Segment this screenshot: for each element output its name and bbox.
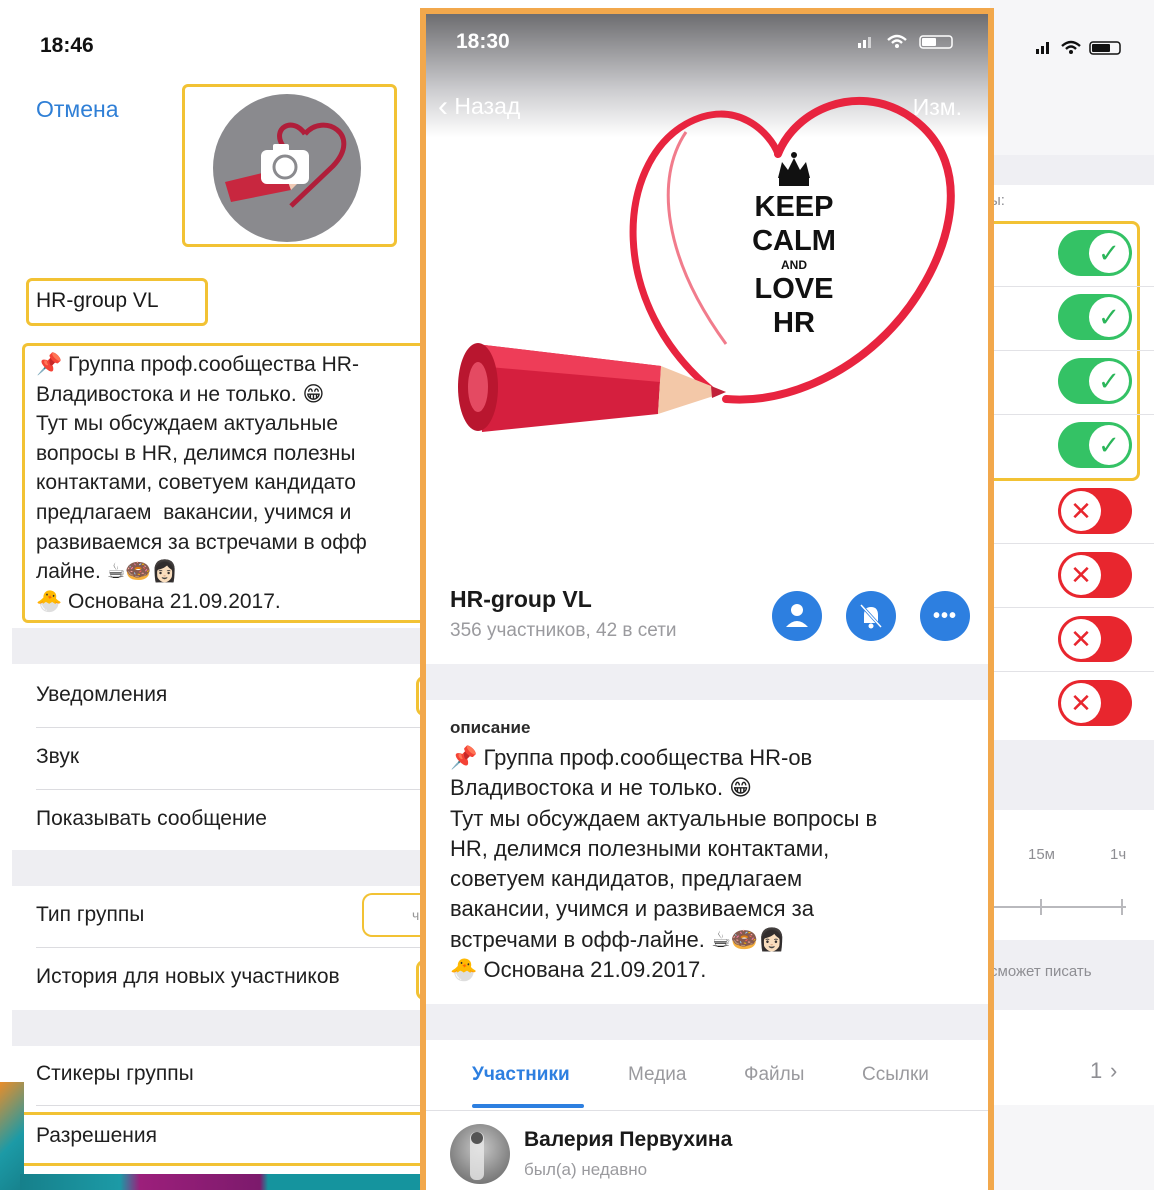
- back-label: Назад: [454, 93, 521, 119]
- add-member-button[interactable]: [772, 591, 822, 641]
- more-button[interactable]: •••: [920, 591, 970, 641]
- decorative-banner-strip: [20, 1174, 420, 1190]
- tab-media[interactable]: Медиа: [628, 1064, 686, 1086]
- check-icon: ✓: [1089, 425, 1129, 465]
- check-icon: ✓: [1089, 361, 1129, 401]
- group-description-input[interactable]: 📌 Группа проф.сообщества HR- Владивосток…: [36, 350, 420, 616]
- status-time: 18:46: [40, 34, 94, 57]
- permission-toggle-2[interactable]: ✓: [1058, 294, 1132, 340]
- group-edit-panel: 18:46 Отмена 📌 Группа проф.сообщества HR…: [0, 0, 420, 1190]
- hero-line: KEEP: [754, 191, 834, 223]
- stickers-item[interactable]: Стикеры группы: [36, 1062, 194, 1086]
- bell-muted-icon: [859, 603, 883, 629]
- divider: [36, 947, 420, 948]
- group-avatar-edit[interactable]: [213, 94, 361, 242]
- group-type-value[interactable]: ч: [362, 893, 420, 937]
- section-separator: [990, 1105, 1154, 1190]
- chevron-right-icon[interactable]: ›: [1110, 1058, 1117, 1084]
- section-separator: [990, 740, 1154, 810]
- slider-tick: [1121, 899, 1123, 915]
- edit-button[interactable]: Изм.: [913, 94, 962, 121]
- footer-note: сможет писать: [990, 963, 1092, 980]
- tab-files[interactable]: Файлы: [744, 1064, 804, 1086]
- divider: [990, 286, 1154, 287]
- divider: [36, 789, 420, 790]
- section-separator: [12, 628, 420, 664]
- back-button[interactable]: ‹ Назад: [438, 90, 520, 124]
- check-icon: ✓: [1089, 297, 1129, 337]
- cross-icon: ✕: [1061, 683, 1101, 723]
- member-status: был(а) недавно: [524, 1160, 648, 1179]
- slow-mode-label-15m: 15м: [1028, 846, 1055, 863]
- permission-toggle-1[interactable]: ✓: [1058, 230, 1132, 276]
- divider: [990, 607, 1154, 608]
- slow-mode-slider[interactable]: [990, 906, 1126, 908]
- hero-line: HR: [773, 307, 815, 339]
- section-separator: [990, 155, 1154, 185]
- check-icon: ✓: [1089, 233, 1129, 273]
- permissions-item[interactable]: Разрешения: [36, 1124, 157, 1148]
- status-icons: [1036, 40, 1121, 55]
- group-name-input[interactable]: [36, 289, 206, 313]
- keep-text: KEEP CALM AND LOVE HR: [722, 190, 866, 340]
- chevron-left-icon: ‹: [438, 90, 448, 123]
- active-tab-indicator: [472, 1104, 584, 1108]
- divider: [990, 350, 1154, 351]
- section-separator: [12, 850, 420, 886]
- count-value: 1: [1090, 1058, 1103, 1083]
- member-name[interactable]: Валерия Первухина: [524, 1128, 732, 1152]
- permission-toggle-7[interactable]: ✕: [1058, 616, 1132, 662]
- divider: [426, 1110, 988, 1111]
- cross-icon: ✕: [1061, 619, 1101, 659]
- camera-icon: [225, 122, 347, 208]
- slow-mode-label-1h: 1ч: [1110, 846, 1127, 863]
- add-user-icon: [786, 604, 808, 627]
- section-separator: [426, 664, 988, 700]
- sound-item[interactable]: Звук: [36, 745, 79, 769]
- cross-icon: ✕: [1061, 555, 1101, 595]
- screenshot-collage: 18:46 Отмена 📌 Группа проф.сообщества HR…: [0, 0, 1154, 1190]
- slider-tick: [1040, 899, 1042, 915]
- avatar[interactable]: [450, 1124, 510, 1184]
- divider: [36, 727, 420, 728]
- permissions-panel: ы: ✓ ✓ ✓ ✓ ✕ ✕ ✕ ✕ 15м 1ч сможет писать …: [990, 0, 1154, 1190]
- divider: [990, 414, 1154, 415]
- cancel-button[interactable]: Отмена: [36, 96, 119, 123]
- group-description: 📌 Группа проф.сообщества HR-ов Владивост…: [450, 745, 878, 983]
- header-area: [990, 0, 1154, 155]
- hero-line: CALM: [752, 225, 836, 257]
- group-info-panel: KEEP CALM AND LOVE HR 18:30 ‹ Назад Изм.…: [420, 8, 994, 1190]
- cross-icon: ✕: [1061, 491, 1101, 531]
- hero-line: LOVE: [754, 273, 834, 305]
- permission-toggle-3[interactable]: ✓: [1058, 358, 1132, 404]
- hero-line: AND: [781, 258, 807, 272]
- permission-toggle-8[interactable]: ✕: [1058, 680, 1132, 726]
- tab-members[interactable]: Участники: [472, 1064, 570, 1086]
- more-icon: •••: [932, 605, 957, 627]
- status-icons: [858, 34, 953, 49]
- mute-button[interactable]: [846, 591, 896, 641]
- members-info: 356 участников, 42 в сети: [450, 620, 677, 641]
- divider: [990, 543, 1154, 544]
- notifications-item[interactable]: Уведомления: [36, 683, 167, 707]
- group-type-item[interactable]: Тип группы: [36, 903, 144, 927]
- show-message-item[interactable]: Показывать сообщение: [36, 807, 267, 831]
- history-item[interactable]: История для новых участников: [36, 965, 340, 989]
- section-separator: [12, 1010, 420, 1046]
- person-icon: [470, 1132, 484, 1180]
- section-separator: [426, 1004, 988, 1040]
- description-label: описание: [450, 718, 531, 737]
- permission-toggle-5[interactable]: ✕: [1058, 488, 1132, 534]
- tab-links[interactable]: Ссылки: [862, 1064, 929, 1086]
- status-time: 18:30: [456, 30, 510, 53]
- group-title: HR-group VL: [450, 586, 592, 612]
- permission-toggle-6[interactable]: ✕: [1058, 552, 1132, 598]
- divider: [990, 671, 1154, 672]
- divider: [36, 1105, 420, 1106]
- permission-toggle-4[interactable]: ✓: [1058, 422, 1132, 468]
